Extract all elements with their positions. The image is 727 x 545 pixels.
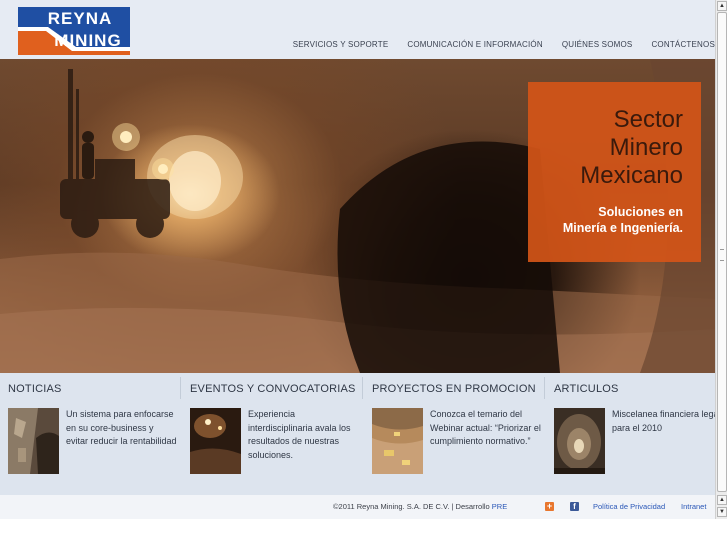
logo-text-mining: MINING	[54, 31, 122, 50]
scroll-down-arrow-icon[interactable]: ▼	[717, 507, 727, 517]
nav-quienes-somos[interactable]: QUIÉNES SOMOS	[562, 40, 633, 52]
thumb-mine-tunnel-wall[interactable]	[8, 408, 59, 474]
hero-title-line: Mexicano	[580, 162, 683, 189]
scrollbar-thumb[interactable]	[717, 12, 727, 492]
thumb-underground-lights[interactable]	[190, 408, 241, 474]
section-heading[interactable]: ARTICULOS	[554, 383, 619, 395]
nav-comunicacion-informacion[interactable]: COMUNICACIÓN E INFORMACIÓN	[407, 40, 542, 52]
hero-title-line: Minero	[609, 134, 683, 161]
section-text[interactable]: Experiencia interdisciplinaria avala los…	[248, 408, 360, 462]
section-text[interactable]: Un sistema para enfocarse en su core-bus…	[66, 408, 178, 449]
copyright-label: ©2011 Reyna Mining. S.A. DE C.V. | Desar…	[333, 502, 492, 511]
reyna-mining-logo[interactable]: REYNA MINING	[18, 7, 130, 55]
hero-subtitle-line: Minería e Ingeniería.	[562, 221, 683, 235]
section-heading[interactable]: EVENTOS Y CONVOCATORIAS	[190, 383, 356, 395]
site-footer: ©2011 Reyna Mining. S.A. DE C.V. | Desar…	[0, 495, 715, 519]
main-nav: SERVICIOS Y SOPORTE COMUNICACIÓN E INFOR…	[274, 40, 715, 52]
facebook-icon[interactable]: f	[570, 502, 579, 511]
section-text[interactable]: Conozca el temario del Webinar actual: “…	[430, 408, 542, 449]
section-text[interactable]: Miscelanea financiera legal para el 2010	[612, 408, 724, 435]
scroll-up-arrow-icon[interactable]: ▲	[717, 1, 727, 11]
section-heading[interactable]: PROYECTOS EN PROMOCION	[372, 383, 536, 395]
nav-servicios-soporte[interactable]: SERVICIOS Y SOPORTE	[293, 40, 389, 52]
section-divider	[544, 377, 545, 399]
thumb-tunnel-perspective[interactable]	[554, 408, 605, 474]
section-divider	[362, 377, 363, 399]
section-divider	[180, 377, 181, 399]
hero-subtitle-line: Soluciones en	[598, 205, 683, 219]
hero-title-line: Sector	[613, 106, 683, 133]
plus-share-icon[interactable]: +	[545, 502, 554, 511]
scrollbar-grip-icon	[720, 249, 724, 261]
privacy-policy-link[interactable]: Política de Privacidad	[593, 502, 665, 511]
section-proyectos: PROYECTOS EN PROMOCION Conozca el temari…	[364, 373, 546, 495]
thumb-open-pit-trucks[interactable]	[372, 408, 423, 474]
site-header: REYNA MINING SERVICIOS Y SOPORTE COMUNIC…	[0, 0, 715, 59]
section-noticias: NOTICIAS Un sistema para enfocarse en su…	[0, 373, 182, 495]
section-articulos: ARTICULOS Miscelanea financiera legal pa…	[546, 373, 727, 495]
section-eventos: EVENTOS Y CONVOCATORIAS Experiencia inte…	[182, 373, 364, 495]
vertical-scrollbar[interactable]: ▲ ▲ ▼	[715, 0, 727, 519]
hero-overlay-box: Sector Minero Mexicano Soluciones en Min…	[528, 82, 701, 262]
hero-banner: Sector Minero Mexicano Soluciones en Min…	[0, 59, 715, 373]
copyright-text: ©2011 Reyna Mining. S.A. DE C.V. | Desar…	[333, 502, 507, 511]
scroll-up-arrow-icon[interactable]: ▲	[717, 495, 727, 505]
nav-contactenos[interactable]: CONTÁCTENOS	[651, 40, 715, 52]
section-heading[interactable]: NOTICIAS	[8, 383, 62, 395]
intranet-link[interactable]: Intranet	[681, 502, 706, 511]
logo-text-reyna: REYNA	[47, 9, 113, 28]
developer-link[interactable]: PRE	[492, 502, 507, 511]
news-sections: NOTICIAS Un sistema para enfocarse en su…	[0, 373, 721, 496]
